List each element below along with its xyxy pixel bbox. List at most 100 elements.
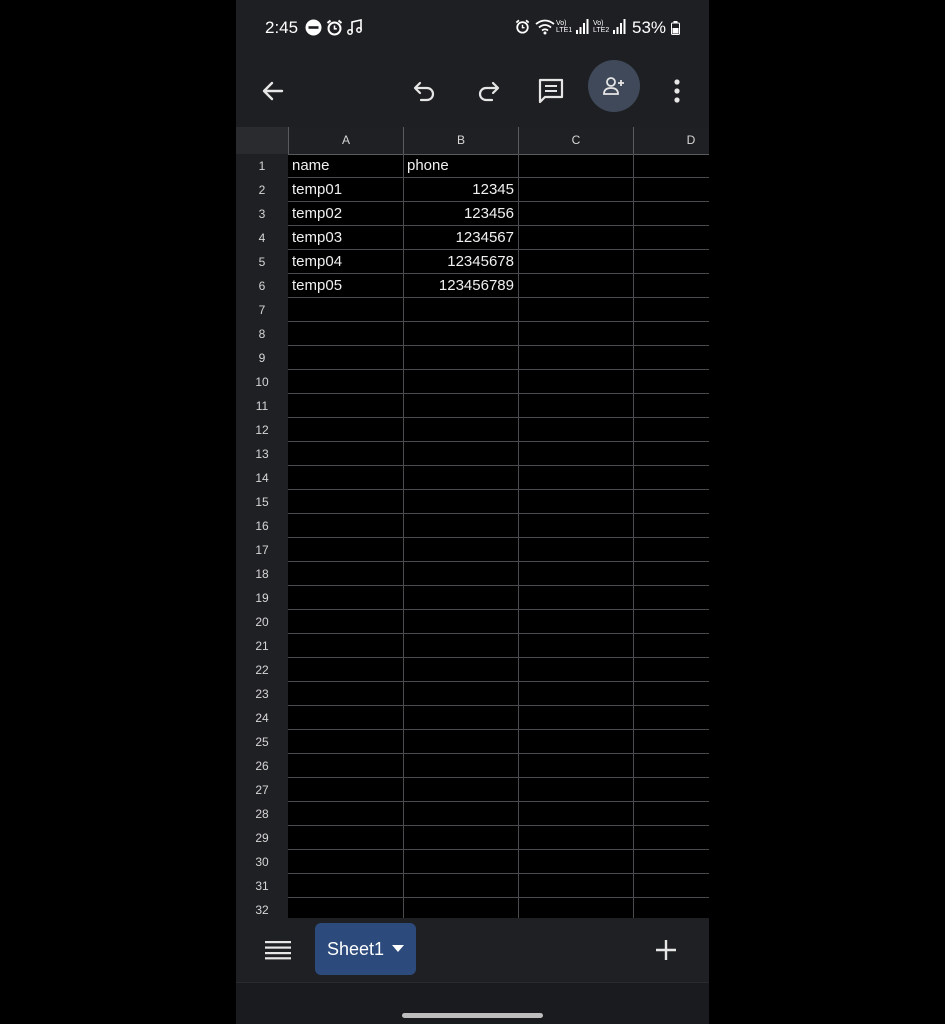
row-gridline: [288, 465, 709, 466]
row-header-bar: 1 2 3 4 5 6 7 8 9 10 11 12 13 14 15 16 17 18 19 20 21 22 23 24 2…: [236, 154, 288, 918]
spreadsheet-grid[interactable]: ABCD 1 2 3 4 5 6 7 8 9 10 11 12 13 14 15 16 17 18 19 20 21 22…: [236, 127, 709, 918]
row-gridline: [288, 489, 709, 490]
row-header-16[interactable]: 16: [236, 514, 288, 538]
row-header-9[interactable]: 9: [236, 346, 288, 370]
column-gridline: [633, 154, 634, 918]
sim2-label: Vo) LTE2: [593, 20, 610, 34]
row-header-13[interactable]: 13: [236, 442, 288, 466]
cell-b3[interactable]: 123456: [403, 202, 518, 226]
music-note-icon: [347, 19, 362, 35]
row-header-8[interactable]: 8: [236, 322, 288, 346]
row-header-27[interactable]: 27: [236, 778, 288, 802]
cell-a4[interactable]: temp03: [288, 226, 403, 250]
row-header-4[interactable]: 4: [236, 226, 288, 250]
row-header-20[interactable]: 20: [236, 610, 288, 634]
select-all-corner[interactable]: [236, 127, 288, 154]
status-time: 2:45: [265, 18, 299, 37]
row-header-30[interactable]: 30: [236, 850, 288, 874]
row-header-7[interactable]: 7: [236, 298, 288, 322]
cell-b4[interactable]: 1234567: [403, 226, 518, 250]
alarm-icon-right: [515, 19, 530, 34]
row-header-28[interactable]: 28: [236, 802, 288, 826]
signal-icon-sim1: [576, 19, 589, 34]
row-header-12[interactable]: 12: [236, 418, 288, 442]
row-header-11[interactable]: 11: [236, 394, 288, 418]
cell-b2[interactable]: 12345: [403, 178, 518, 202]
cell-a5[interactable]: temp04: [288, 250, 403, 274]
row-header-1[interactable]: 1: [236, 154, 288, 178]
cell-a6[interactable]: temp05: [288, 274, 403, 298]
battery-percent: 53%: [632, 18, 667, 37]
more-options-button[interactable]: [652, 66, 702, 116]
cell-b1[interactable]: phone: [403, 154, 518, 178]
row-gridline: [288, 537, 709, 538]
home-gesture-handle[interactable]: [402, 1013, 543, 1018]
cell-a2[interactable]: temp01: [288, 178, 403, 202]
row-header-23[interactable]: 23: [236, 682, 288, 706]
row-gridline: [288, 633, 709, 634]
toolbar: [236, 56, 709, 128]
system-navigation-bar: [236, 982, 709, 1024]
row-header-5[interactable]: 5: [236, 250, 288, 274]
column-header-a[interactable]: A: [288, 127, 403, 154]
row-header-19[interactable]: 19: [236, 586, 288, 610]
row-header-26[interactable]: 26: [236, 754, 288, 778]
row-header-24[interactable]: 24: [236, 706, 288, 730]
row-gridline: [288, 849, 709, 850]
column-header-c[interactable]: C: [518, 127, 633, 154]
row-gridline: [288, 753, 709, 754]
row-header-2[interactable]: 2: [236, 178, 288, 202]
cell-a1[interactable]: name: [288, 154, 403, 178]
sheet-bar: Sheet1: [236, 918, 709, 982]
row-gridline: [288, 345, 709, 346]
row-gridline: [288, 705, 709, 706]
share-button[interactable]: [588, 60, 640, 112]
cell-b5[interactable]: 12345678: [403, 250, 518, 274]
row-gridline: [288, 513, 709, 514]
sheet-tab-label: Sheet1: [326, 938, 385, 959]
comment-button[interactable]: [526, 66, 576, 116]
row-header-29[interactable]: 29: [236, 826, 288, 850]
cell-a3[interactable]: temp02: [288, 202, 403, 226]
row-header-3[interactable]: 3: [236, 202, 288, 226]
cell-area[interactable]: name phone temp01 12345 temp02 123456 temp03 12…: [288, 154, 709, 918]
back-button[interactable]: [248, 66, 298, 116]
cell-b6[interactable]: 123456789: [403, 274, 518, 298]
all-sheets-button[interactable]: [258, 932, 298, 968]
row-gridline: [288, 801, 709, 802]
row-gridline: [288, 561, 709, 562]
column-header-bar: ABCD: [288, 127, 709, 155]
row-header-25[interactable]: 25: [236, 730, 288, 754]
row-header-15[interactable]: 15: [236, 490, 288, 514]
wifi-icon: [535, 19, 555, 35]
alarm-icon: [326, 19, 343, 36]
sim1-label: Vo) LTE1: [556, 20, 573, 34]
row-header-14[interactable]: 14: [236, 466, 288, 490]
sheet-tab-sheet1[interactable]: Sheet1: [315, 923, 416, 975]
redo-button[interactable]: [463, 66, 513, 116]
add-sheet-button[interactable]: [646, 932, 686, 968]
row-gridline: [288, 321, 709, 322]
row-header-6[interactable]: 6: [236, 274, 288, 298]
row-header-22[interactable]: 22: [236, 658, 288, 682]
column-header-d[interactable]: D: [633, 127, 709, 154]
row-gridline: [288, 729, 709, 730]
menu-icon: [265, 941, 291, 960]
caret-down-icon[interactable]: [392, 945, 405, 953]
row-header-17[interactable]: 17: [236, 538, 288, 562]
row-gridline: [288, 681, 709, 682]
row-header-18[interactable]: 18: [236, 562, 288, 586]
plus-icon: [656, 940, 676, 960]
row-header-10[interactable]: 10: [236, 370, 288, 394]
do-not-disturb-icon: [305, 19, 322, 36]
undo-button[interactable]: [400, 66, 450, 116]
column-header-b[interactable]: B: [403, 127, 518, 154]
row-gridline: [288, 657, 709, 658]
row-gridline: [288, 369, 709, 370]
row-gridline: [288, 417, 709, 418]
row-header-31[interactable]: 31: [236, 874, 288, 898]
row-header-32[interactable]: 32: [236, 898, 288, 918]
row-header-21[interactable]: 21: [236, 634, 288, 658]
row-gridline: [288, 777, 709, 778]
undo-icon: [413, 81, 435, 102]
